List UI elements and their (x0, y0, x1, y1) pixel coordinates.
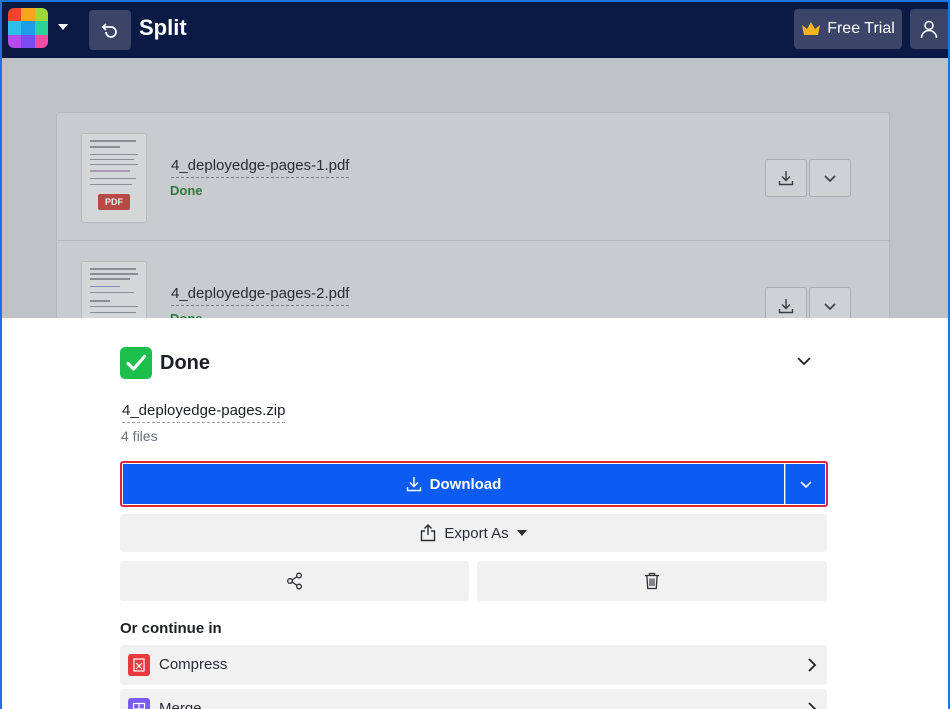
chevron-down-icon (799, 481, 812, 489)
tool-label: Compress (159, 656, 228, 673)
download-icon (778, 171, 794, 186)
pdf-badge: PDF (98, 194, 130, 210)
user-icon (920, 20, 938, 39)
tool-label: Merge (159, 700, 202, 709)
file-download-button[interactable] (765, 159, 807, 197)
app-logo-icon[interactable] (8, 8, 48, 48)
file-name[interactable]: 4_deployedge-pages-1.pdf (171, 157, 350, 178)
download-button[interactable]: Download (123, 464, 784, 504)
share-icon (286, 572, 302, 590)
trash-icon (645, 572, 659, 590)
continue-in-heading: Or continue in (120, 620, 222, 637)
download-icon (406, 477, 421, 492)
export-as-button[interactable]: Export As (120, 514, 827, 552)
account-button[interactable] (910, 9, 948, 49)
result-panel: Done 4_deployedge-pages.zip 4 files Down… (2, 318, 948, 709)
download-icon (778, 299, 794, 314)
delete-button[interactable] (477, 561, 827, 601)
app-menu-caret-icon[interactable] (58, 24, 68, 30)
file-status: Done (170, 183, 203, 198)
chevron-down-icon[interactable] (796, 355, 812, 367)
export-icon (421, 524, 436, 542)
done-check-icon (120, 347, 152, 379)
download-label: Download (429, 475, 502, 493)
page-title: Split (139, 15, 187, 40)
chevron-down-icon (824, 175, 836, 183)
chevron-right-icon (808, 658, 817, 672)
pdf-thumbnail: PDF (81, 133, 147, 223)
continue-tool-compress[interactable]: Compress (120, 645, 827, 685)
zip-file-name[interactable]: 4_deployedge-pages.zip (122, 402, 286, 423)
file-row: PDF 4_deployedge-pages-1.pdf Done (57, 113, 889, 241)
export-as-label: Export As (444, 524, 509, 542)
merge-icon (128, 698, 150, 709)
file-name[interactable]: 4_deployedge-pages-2.pdf (171, 285, 350, 306)
crown-icon (802, 22, 821, 35)
file-count: 4 files (121, 428, 158, 444)
continue-tool-merge[interactable]: Merge (120, 689, 827, 709)
undo-icon (101, 23, 117, 38)
share-button[interactable] (120, 561, 469, 601)
result-title: Done (160, 352, 210, 374)
free-trial-label: Free Trial (827, 20, 895, 37)
file-options-dropdown[interactable] (809, 159, 851, 197)
undo-button[interactable] (89, 10, 131, 50)
caret-down-icon (516, 530, 527, 536)
free-trial-button[interactable]: Free Trial (794, 9, 902, 49)
chevron-right-icon (808, 702, 817, 709)
download-options-dropdown[interactable] (785, 464, 825, 504)
download-button-group: Download (120, 461, 828, 507)
chevron-down-icon (824, 303, 836, 311)
compress-icon (128, 654, 150, 676)
top-bar: Split Free Trial (2, 2, 948, 58)
